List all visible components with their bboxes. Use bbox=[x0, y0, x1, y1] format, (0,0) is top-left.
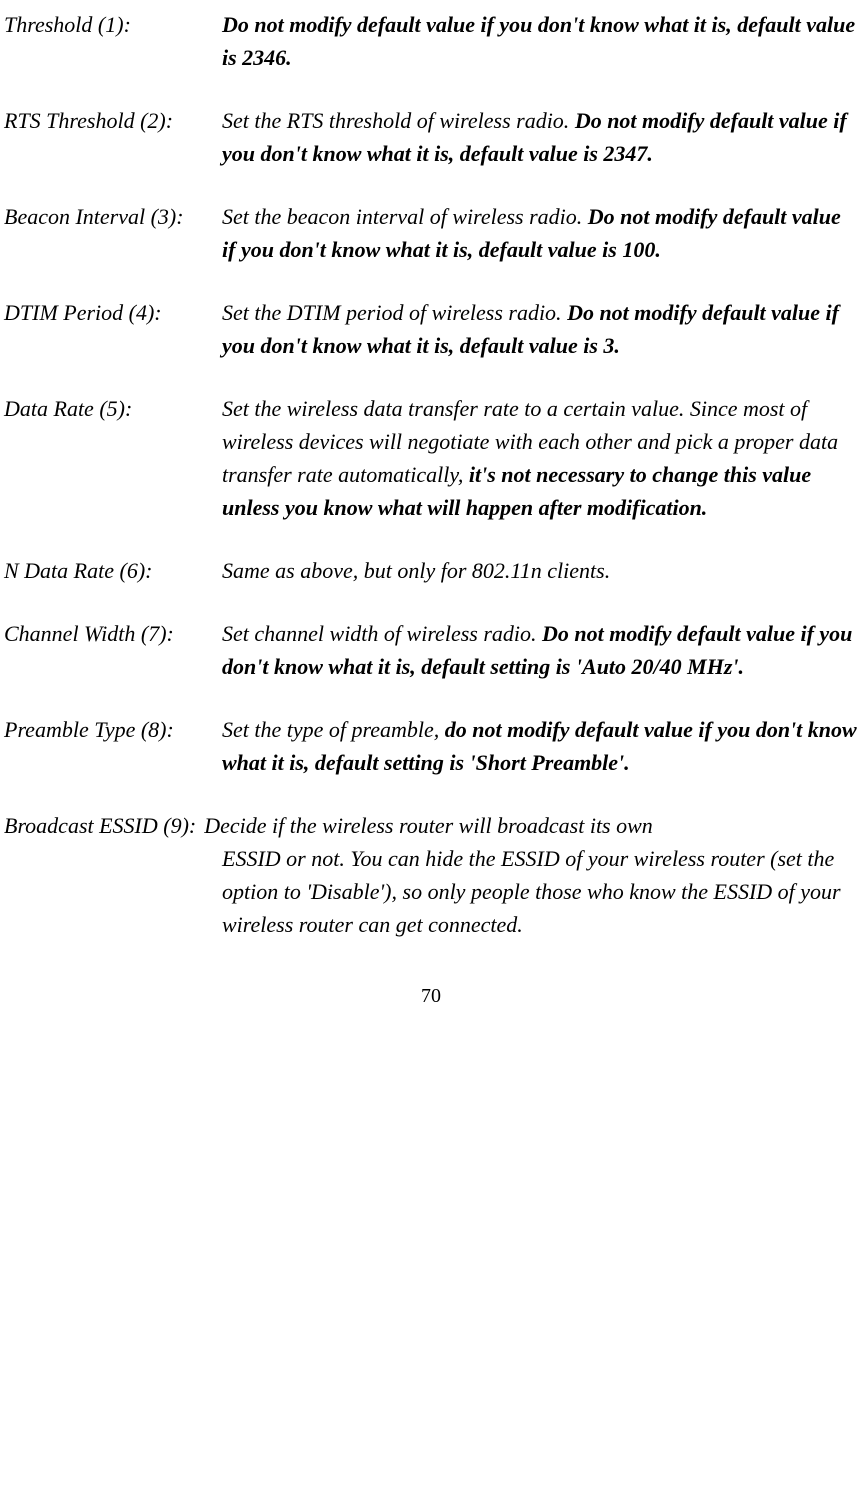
field-label: Data Rate (5): bbox=[4, 392, 222, 524]
field-description: Do not modify default value if you don't… bbox=[222, 8, 858, 74]
desc-plain-text: Set channel width of wireless radio. bbox=[222, 621, 542, 646]
entry-rts-threshold: RTS Threshold (2): Set the RTS threshold… bbox=[4, 104, 858, 170]
field-description: Set the RTS threshold of wireless radio.… bbox=[222, 104, 858, 170]
entry-dtim-period: DTIM Period (4): Set the DTIM period of … bbox=[4, 296, 858, 362]
desc-bold-text: Do not modify default value if you don't… bbox=[222, 12, 855, 70]
field-description: Set the beacon interval of wireless radi… bbox=[222, 200, 858, 266]
field-label: Channel Width (7): bbox=[4, 617, 222, 683]
desc-plain-text: Set the RTS threshold of wireless radio. bbox=[222, 108, 575, 133]
entry-preamble-type: Preamble Type (8): Set the type of pream… bbox=[4, 713, 858, 779]
desc-continuation-text: ESSID or not. You can hide the ESSID of … bbox=[222, 842, 858, 941]
entry-channel-width: Channel Width (7): Set channel width of … bbox=[4, 617, 858, 683]
page-number: 70 bbox=[4, 981, 858, 1011]
field-description: Set the wireless data transfer rate to a… bbox=[222, 392, 858, 524]
field-label: N Data Rate (6): bbox=[4, 554, 222, 587]
field-label: Preamble Type (8): bbox=[4, 713, 222, 779]
desc-plain-text: Set the type of preamble, bbox=[222, 717, 445, 742]
desc-plain-text: Set the beacon interval of wireless radi… bbox=[222, 204, 588, 229]
entry-broadcast-essid: Broadcast ESSID (9): Decide if the wirel… bbox=[4, 809, 858, 941]
entry-data-rate: Data Rate (5): Set the wireless data tra… bbox=[4, 392, 858, 524]
field-description: Same as above, but only for 802.11n clie… bbox=[222, 554, 858, 587]
desc-plain-text: Decide if the wireless router will broad… bbox=[204, 809, 653, 842]
entry-threshold: Threshold (1): Do not modify default val… bbox=[4, 8, 858, 74]
field-label: DTIM Period (4): bbox=[4, 296, 222, 362]
desc-plain-text: Set the DTIM period of wireless radio. bbox=[222, 300, 567, 325]
desc-plain-text: Same as above, but only for 802.11n clie… bbox=[222, 558, 610, 583]
field-description: Set the type of preamble, do not modify … bbox=[222, 713, 858, 779]
entry-beacon-interval: Beacon Interval (3): Set the beacon inte… bbox=[4, 200, 858, 266]
field-label: Threshold (1): bbox=[4, 8, 222, 74]
field-description: Set the DTIM period of wireless radio. D… bbox=[222, 296, 858, 362]
field-label: RTS Threshold (2): bbox=[4, 104, 222, 170]
field-description: Set channel width of wireless radio. Do … bbox=[222, 617, 858, 683]
field-label: Broadcast ESSID (9): bbox=[4, 809, 204, 842]
field-label: Beacon Interval (3): bbox=[4, 200, 222, 266]
entry-n-data-rate: N Data Rate (6): Same as above, but only… bbox=[4, 554, 858, 587]
